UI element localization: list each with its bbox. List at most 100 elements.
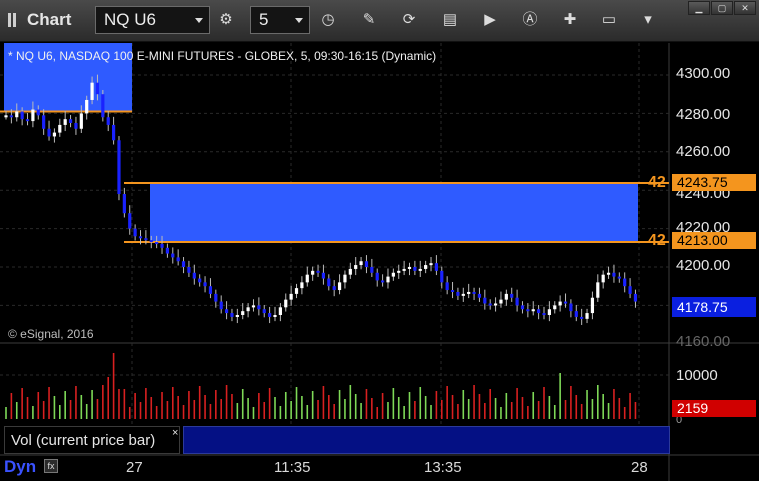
candle-body <box>246 307 250 312</box>
comment-icon[interactable]: ▭ <box>597 8 621 32</box>
candle-body <box>224 309 229 314</box>
candle-body <box>25 119 30 122</box>
refresh-icon[interactable]: ⟳ <box>397 8 421 32</box>
candle-body <box>268 313 272 317</box>
close-icon[interactable]: × <box>172 427 178 439</box>
instrument-description: * NQ U6, NASDAQ 100 E-MINI FUTURES - GLO… <box>8 49 437 63</box>
candle-body <box>493 303 498 306</box>
chart-toolbar: Chart NQ U6 ⚙ 5 ◷ ✎ ⟳ ▤ ▶ Ⓐ ✚ ▭ ▾ ▁ ▢ ✕ <box>0 0 759 42</box>
alert-icon[interactable]: Ⓐ <box>518 8 542 32</box>
candle-body <box>74 123 78 129</box>
settings-gear-icon[interactable]: ⚙ <box>214 8 238 32</box>
candle-body <box>445 282 449 291</box>
drag-grip-icon[interactable] <box>8 13 18 27</box>
candle-body <box>553 305 557 310</box>
candle-body <box>381 280 385 283</box>
candle-body <box>612 272 616 277</box>
time-axis-label: 13:35 <box>424 459 462 476</box>
candle-body <box>563 301 568 304</box>
candle-body <box>327 278 331 287</box>
chart-plot-area[interactable]: * NQ U6, NASDAQ 100 E-MINI FUTURES - GLO… <box>0 43 759 481</box>
candle-body <box>429 263 433 266</box>
candle-body <box>332 286 336 291</box>
maximize-icon[interactable]: ▢ <box>711 1 733 15</box>
more-icon[interactable]: ▾ <box>636 8 660 32</box>
candle-body <box>515 297 519 306</box>
candle-body <box>112 124 116 141</box>
candle-body <box>477 293 482 298</box>
candle-body <box>160 243 164 248</box>
candle-body <box>574 311 578 317</box>
candle-body <box>606 272 611 275</box>
level-price-tag-upper[interactable]: 4243.75 <box>672 174 756 191</box>
candle-body <box>203 282 207 287</box>
candle-body <box>472 291 476 294</box>
candle-body <box>526 309 530 312</box>
candle-body <box>440 270 444 283</box>
candle-body <box>117 140 121 195</box>
close-icon[interactable]: ✕ <box>734 1 756 15</box>
price-chart[interactable] <box>0 43 759 481</box>
candle-body <box>122 194 126 214</box>
candle-body <box>520 305 525 310</box>
candle-body <box>251 305 256 308</box>
get-data-icon[interactable]: ▤ <box>438 8 462 32</box>
symbol-input[interactable]: NQ U6 <box>95 6 210 34</box>
tools-icon[interactable]: ✚ <box>558 8 582 32</box>
candle-body <box>278 307 282 315</box>
interval-dropdown-icon[interactable] <box>295 18 303 23</box>
candle-body <box>531 309 535 312</box>
candle-body <box>58 124 62 133</box>
candle-body <box>235 315 239 317</box>
price-axis-label: 4280.00 <box>676 106 731 123</box>
time-axis-label: 27 <box>126 459 143 476</box>
level-price-tag-lower[interactable]: 4213.00 <box>672 232 756 249</box>
price-axis-label: 4160.00 <box>676 333 731 350</box>
play-icon[interactable]: ▶ <box>478 8 502 32</box>
candle-body <box>257 305 261 310</box>
candle-body <box>542 313 546 316</box>
volume-legend-label: Vol (current price bar) <box>11 432 156 449</box>
candle-body <box>42 115 46 129</box>
symbol-value: NQ U6 <box>104 10 156 29</box>
price-axis-label: 4200.00 <box>676 257 731 274</box>
candle-body <box>375 272 379 281</box>
volume-legend[interactable]: Vol (current price bar) <box>4 426 180 454</box>
candle-body <box>364 261 369 267</box>
candle-body <box>585 313 589 319</box>
candle-body <box>305 274 309 283</box>
formula-icon[interactable]: fx <box>44 459 58 473</box>
candle-body <box>628 286 632 294</box>
interval-input[interactable]: 5 <box>250 6 310 34</box>
candle-body <box>149 240 153 243</box>
candle-body <box>155 242 159 245</box>
candle-body <box>596 282 600 298</box>
clock-icon[interactable]: ◷ <box>316 8 340 32</box>
candle-body <box>128 213 132 229</box>
candle-body <box>241 311 245 315</box>
candle-body <box>590 297 595 314</box>
dynamic-mode-label[interactable]: Dyn <box>4 457 36 477</box>
candle-body <box>418 268 422 271</box>
candle-body <box>547 309 551 315</box>
candle-body <box>483 297 487 304</box>
candle-body <box>85 99 89 114</box>
volume-current-tag: 2159 <box>672 400 756 417</box>
candle-body <box>63 119 67 125</box>
candle-body <box>187 267 191 273</box>
candle-body <box>569 303 573 312</box>
volume-axis-label: 10000 <box>676 367 718 384</box>
level-count-lower: 42 <box>648 232 666 249</box>
candle-body <box>192 272 196 279</box>
symbol-dropdown-icon[interactable] <box>195 18 203 23</box>
candle-body <box>176 257 180 262</box>
pencil-draw-icon[interactable]: ✎ <box>357 8 381 32</box>
candle-body <box>68 119 73 123</box>
candle-body <box>370 267 374 273</box>
candle-body <box>95 82 100 95</box>
candle-body <box>321 272 326 279</box>
candle-body <box>467 291 471 294</box>
minimize-icon[interactable]: ▁ <box>688 1 710 15</box>
candle-body <box>273 315 277 317</box>
chart-window: Chart NQ U6 ⚙ 5 ◷ ✎ ⟳ ▤ ▶ Ⓐ ✚ ▭ ▾ ▁ ▢ ✕ … <box>0 0 759 481</box>
